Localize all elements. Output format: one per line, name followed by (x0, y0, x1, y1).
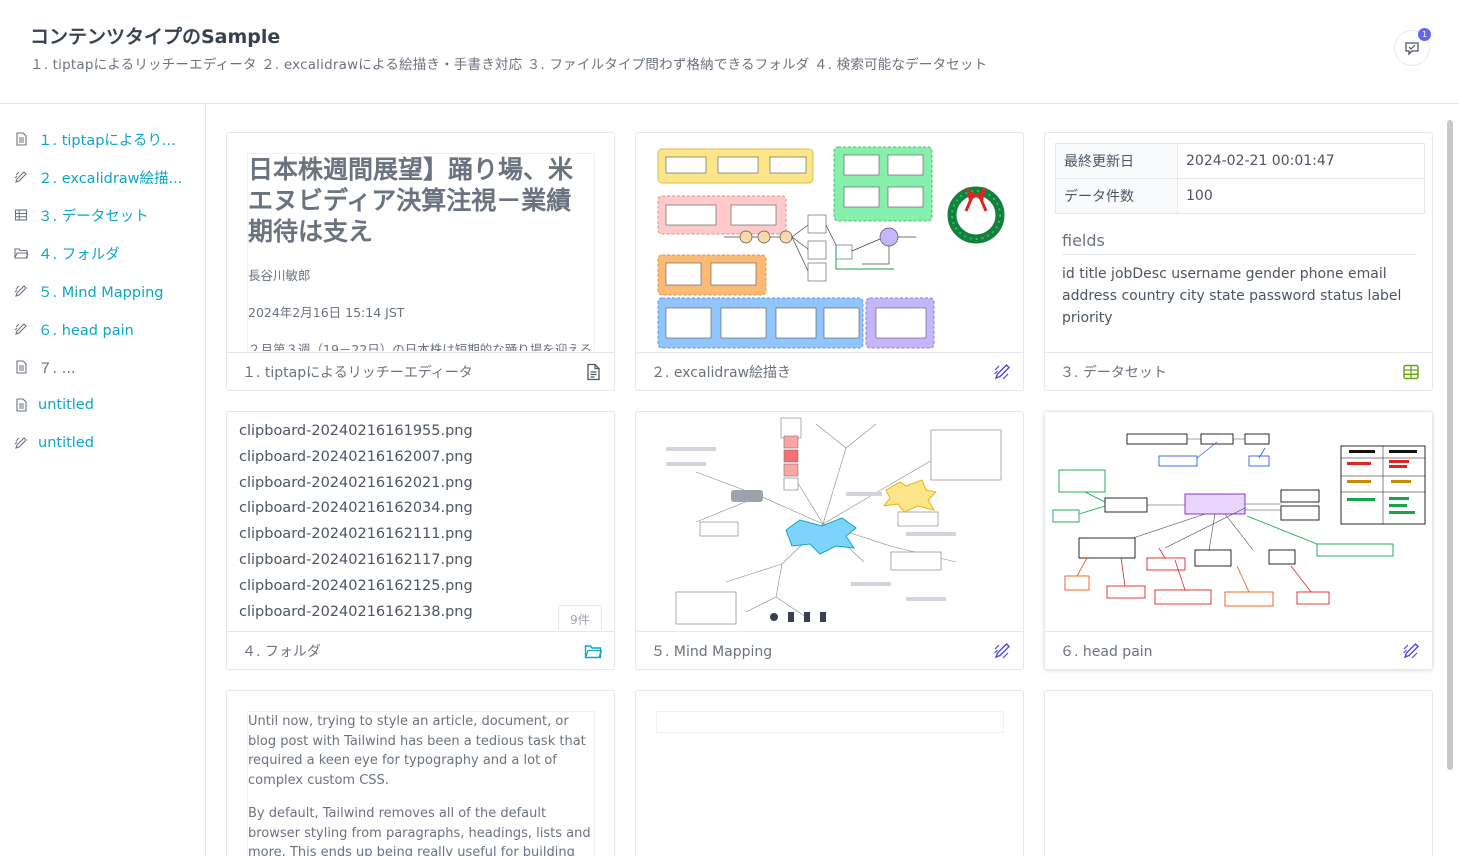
meta-value: 2024-02-21 00:01:47 (1177, 143, 1425, 179)
document-icon (16, 132, 27, 146)
doc-author: 長谷川敏郎 (248, 268, 311, 283)
file-item[interactable]: clipboard-20240216162111.png (239, 522, 473, 548)
card-footer: ５. Mind Mapping (636, 631, 1023, 669)
empty-editor (656, 711, 1004, 733)
drawing-preview (636, 133, 1023, 351)
card-mind-mapping[interactable]: ５. Mind Mapping (635, 411, 1024, 670)
card-label: １. tiptapによるリッチーエディータ (242, 365, 473, 381)
sidebar-item-7[interactable]: ７. ... (0, 348, 205, 386)
page-header: コンテンツタイプのSample １. tiptapによるリッチーエディータ ２.… (0, 0, 1459, 104)
sidebar-item-dataset[interactable]: ３. データセット (0, 196, 205, 234)
meta-key: データ件数 (1055, 178, 1178, 214)
card-head-pain[interactable]: ６. head pain (1044, 411, 1433, 670)
doc-preview (636, 691, 1023, 856)
doc-heading: 日本株週間展望】踊り場、米エヌビディア決算注視－業績期待は支え (248, 155, 574, 246)
prose-frame: Until now, trying to style an article, d… (247, 711, 595, 856)
card-untitled-drawing[interactable] (1044, 690, 1433, 856)
chat-button[interactable]: 1 (1394, 28, 1431, 66)
wreath-icon (947, 186, 1005, 244)
file-item[interactable]: clipboard-20240216161955.png (239, 419, 473, 445)
card-untitled-doc[interactable] (635, 690, 1024, 856)
card-folder[interactable]: clipboard-20240216161955.png clipboard-2… (226, 411, 615, 670)
page-title: コンテンツタイプのSample (30, 26, 281, 48)
scrollbar[interactable] (1447, 120, 1453, 770)
draw-icon (14, 323, 27, 335)
draw-icon (994, 364, 1010, 380)
card-footer: ２. excalidraw絵描き (636, 352, 1023, 390)
document-icon (16, 360, 27, 374)
card-dataset[interactable]: 最終更新日 2024-02-21 00:01:47 データ件数 100 fiel… (1044, 132, 1433, 391)
card-label: ４. フォルダ (242, 644, 321, 660)
drawing-preview (1045, 412, 1432, 630)
doc-preview: Until now, trying to style an article, d… (227, 691, 614, 856)
card-label: ５. Mind Mapping (651, 644, 773, 660)
doc-date: 2024年2月16日 15:14 JST (248, 305, 405, 320)
file-item[interactable]: clipboard-20240216162125.png (239, 574, 473, 600)
card-excalidraw[interactable]: ２. excalidraw絵描き (635, 132, 1024, 391)
table-icon (14, 209, 28, 221)
file-item[interactable]: clipboard-20240216162117.png (239, 548, 473, 574)
folder-icon (14, 248, 28, 259)
draw-icon (14, 285, 27, 297)
file-item[interactable]: clipboard-20240216162034.png (239, 496, 473, 522)
draw-icon (994, 643, 1010, 659)
mind-map-thumbnail (666, 417, 1002, 625)
sidebar-item-tiptap[interactable]: １. tiptapによるり... (0, 120, 205, 158)
folder-icon (584, 645, 602, 659)
doc-snippet: ２月第３週（19－22日）の日本株は短期的な踊り場を迎える (248, 342, 592, 351)
drawing-preview (636, 412, 1023, 630)
card-label: ２. excalidraw絵描き (651, 365, 792, 381)
drawing-preview (1045, 691, 1432, 856)
meta-value: 100 (1177, 178, 1425, 214)
document-icon (16, 398, 27, 412)
card-label: ３. データセット (1060, 365, 1167, 381)
dataset-preview: 最終更新日 2024-02-21 00:01:47 データ件数 100 fiel… (1045, 133, 1432, 351)
card-prose-doc[interactable]: Until now, trying to style an article, d… (226, 690, 615, 856)
sidebar-item-head-pain[interactable]: ６. head pain (0, 310, 205, 348)
table-icon (1403, 364, 1419, 380)
sidebar-item-untitled-doc[interactable]: untitled (0, 386, 205, 424)
file-list: clipboard-20240216161955.png clipboard-2… (239, 419, 473, 625)
prose-paragraph: By default, Tailwind removes all of the … (248, 806, 591, 856)
fields-list: id title jobDesc username gender phone e… (1062, 266, 1402, 326)
file-item[interactable]: clipboard-20240216162007.png (239, 445, 473, 471)
sidebar-item-mind-mapping[interactable]: ５. Mind Mapping (0, 272, 205, 310)
sidebar-item-folder[interactable]: ４. フォルダ (0, 234, 205, 272)
head-pain-diagram (1052, 433, 1426, 607)
chat-icon (1405, 42, 1419, 56)
content-grid: 日本株週間展望】踊り場、米エヌビディア決算注視－業績期待は支え 長谷川敏郎 20… (207, 105, 1447, 856)
file-item[interactable]: clipboard-20240216162138.png (239, 600, 473, 626)
fields-heading: fields (1062, 231, 1416, 255)
page-subtitle: １. tiptapによるリッチーエディータ ２. excalidrawによる絵描… (30, 57, 988, 73)
draw-icon (14, 171, 27, 183)
card-footer: １. tiptapによるリッチーエディータ (227, 352, 614, 390)
doc-preview: 日本株週間展望】踊り場、米エヌビディア決算注視－業績期待は支え 長谷川敏郎 20… (227, 133, 614, 351)
document-icon (587, 363, 600, 381)
prose-paragraph: Until now, trying to style an article, d… (248, 714, 586, 788)
card-label: ６. head pain (1060, 644, 1153, 660)
diagram-thumbnail (657, 146, 1005, 349)
card-footer: ４. フォルダ (227, 631, 614, 669)
card-footer: ３. データセット (1045, 352, 1432, 390)
sidebar-item-untitled-draw[interactable]: untitled (0, 424, 205, 462)
draw-icon (1403, 643, 1419, 659)
card-footer: ６. head pain (1045, 631, 1432, 669)
sidebar-item-excalidraw[interactable]: ２. excalidraw絵描... (0, 158, 205, 196)
sidebar: １. tiptapによるり... ２. excalidraw絵描... ３. デ… (0, 104, 206, 856)
card-tiptap[interactable]: 日本株週間展望】踊り場、米エヌビディア決算注視－業績期待は支え 長谷川敏郎 20… (226, 132, 615, 391)
file-count-badge: 9件 (558, 605, 602, 630)
folder-preview: clipboard-20240216161955.png clipboard-2… (227, 412, 614, 630)
doc-frame: 日本株週間展望】踊り場、米エヌビディア決算注視－業績期待は支え 長谷川敏郎 20… (247, 153, 595, 351)
meta-key: 最終更新日 (1055, 143, 1178, 179)
draw-icon (14, 437, 27, 449)
notification-badge: 1 (1418, 28, 1431, 41)
dataset-meta-table: 最終更新日 2024-02-21 00:01:47 データ件数 100 (1055, 143, 1425, 214)
file-item[interactable]: clipboard-20240216162021.png (239, 471, 473, 497)
